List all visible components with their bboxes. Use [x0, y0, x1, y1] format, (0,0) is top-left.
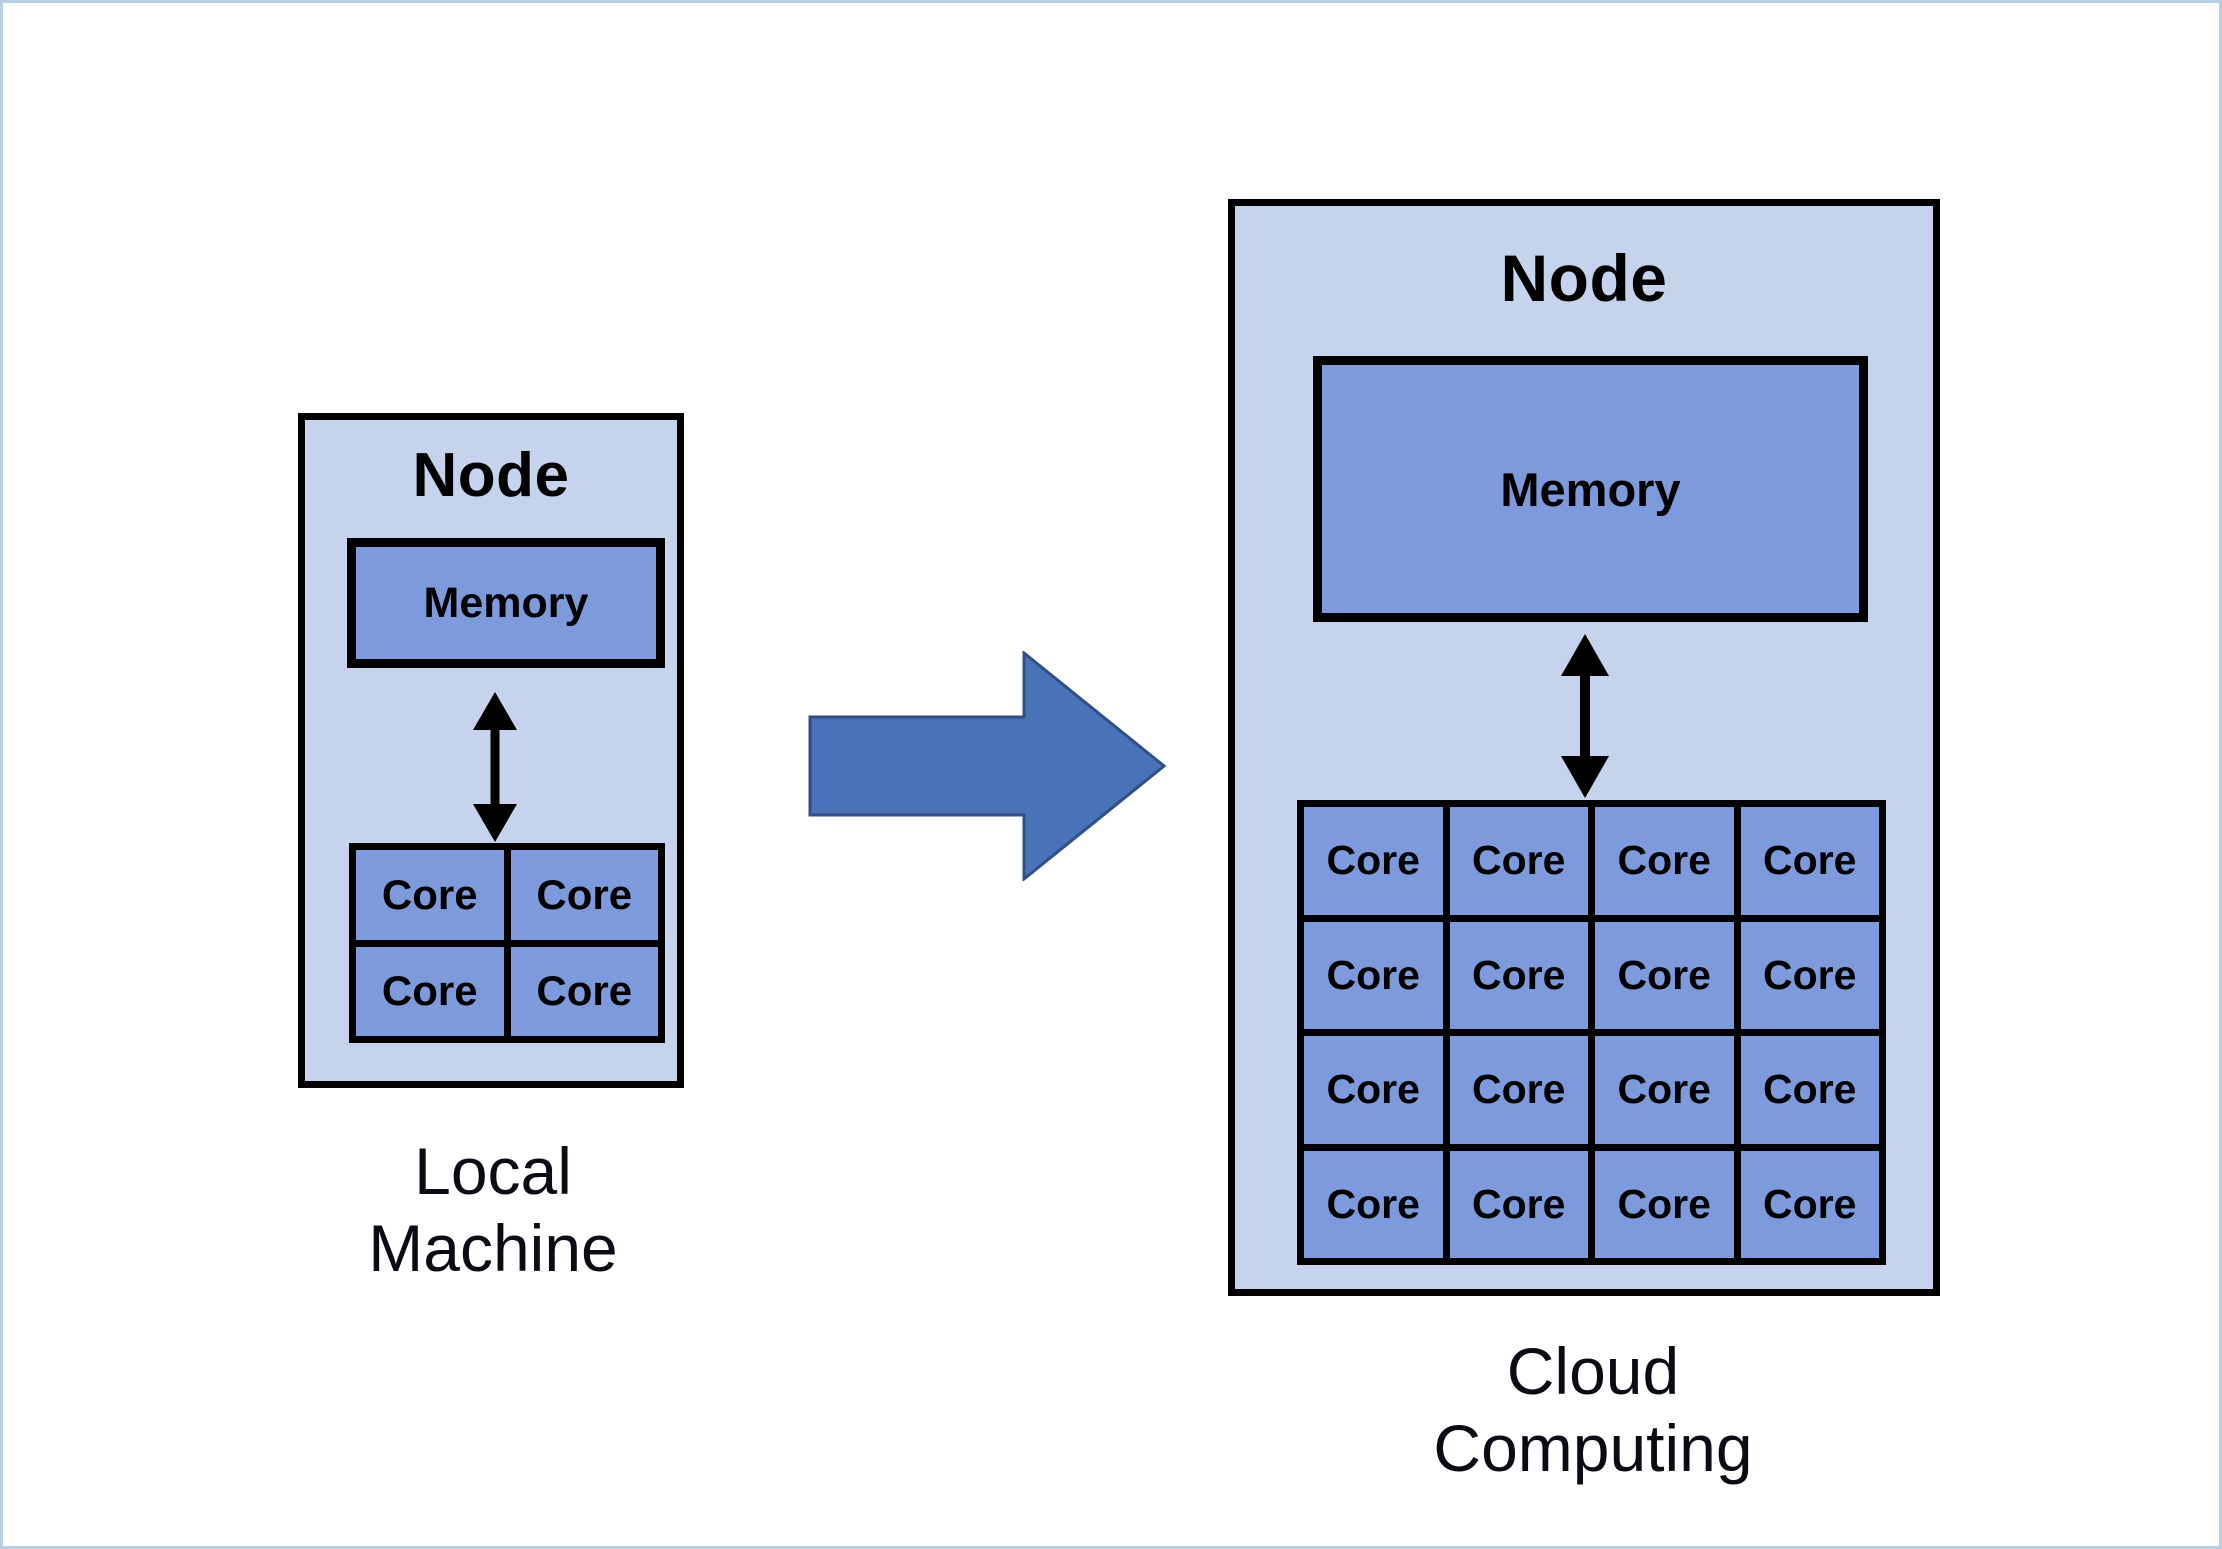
core-cell: Core — [1304, 1150, 1443, 1258]
core-cell: Core — [1304, 921, 1443, 1029]
double-headed-vertical-arrow-icon — [1561, 634, 1609, 798]
cloud-computing-caption: Cloud Computing — [1433, 1334, 1753, 1486]
core-label: Core — [1617, 951, 1711, 998]
core-label: Core — [1763, 837, 1857, 884]
core-label: Core — [1326, 837, 1420, 884]
right-memory-block: Memory — [1313, 356, 1868, 622]
core-label: Core — [1617, 1066, 1711, 1113]
core-label: Core — [1326, 1180, 1420, 1227]
core-cell: Core — [1449, 1036, 1588, 1144]
core-label: Core — [1326, 1066, 1420, 1113]
right-core-grid: Core Core Core Core Core Core Core Core … — [1297, 800, 1886, 1265]
core-cell: Core — [356, 946, 504, 1036]
core-cell: Core — [1740, 807, 1879, 915]
core-cell: Core — [1740, 921, 1879, 1029]
right-memory-label: Memory — [1500, 462, 1681, 516]
left-memory-label: Memory — [423, 578, 589, 627]
core-cell: Core — [1740, 1036, 1879, 1144]
local-machine-node: Node Memory Core Core Core Core — [298, 413, 684, 1088]
core-cell: Core — [1304, 1036, 1443, 1144]
core-label: Core — [536, 967, 633, 1015]
core-cell: Core — [1449, 807, 1588, 915]
core-cell: Core — [356, 850, 504, 940]
core-cell: Core — [1595, 921, 1734, 1029]
right-node-title: Node — [1500, 241, 1668, 315]
left-memory-block: Memory — [347, 538, 665, 668]
core-label: Core — [1617, 1180, 1711, 1227]
core-cell: Core — [1595, 1036, 1734, 1144]
local-machine-caption: Local Machine — [368, 1134, 618, 1286]
core-label: Core — [381, 967, 478, 1015]
core-cell: Core — [1595, 807, 1734, 915]
core-label: Core — [1763, 1180, 1857, 1227]
core-label: Core — [1763, 1066, 1857, 1113]
core-label: Core — [1326, 951, 1420, 998]
left-core-grid: Core Core Core Core — [349, 843, 665, 1043]
right-block-arrow-icon — [808, 651, 1166, 881]
diagram-canvas: Node Memory Core Core Core Core Local Ma… — [0, 0, 2222, 1549]
core-label: Core — [536, 870, 633, 918]
core-label: Core — [1472, 1066, 1566, 1113]
core-label: Core — [1472, 951, 1566, 998]
core-cell: Core — [1740, 1150, 1879, 1258]
core-label: Core — [1472, 837, 1566, 884]
core-label: Core — [381, 870, 478, 918]
core-cell: Core — [1449, 1150, 1588, 1258]
double-headed-vertical-arrow-icon — [473, 692, 517, 842]
core-label: Core — [1763, 951, 1857, 998]
core-cell: Core — [510, 946, 658, 1036]
core-label: Core — [1617, 837, 1711, 884]
core-cell: Core — [510, 850, 658, 940]
left-node-title: Node — [412, 441, 570, 510]
core-cell: Core — [1595, 1150, 1734, 1258]
core-label: Core — [1472, 1180, 1566, 1227]
core-cell: Core — [1449, 921, 1588, 1029]
core-cell: Core — [1304, 807, 1443, 915]
cloud-computing-node: Node Memory Core Core Core Core Core Cor… — [1228, 199, 1940, 1296]
